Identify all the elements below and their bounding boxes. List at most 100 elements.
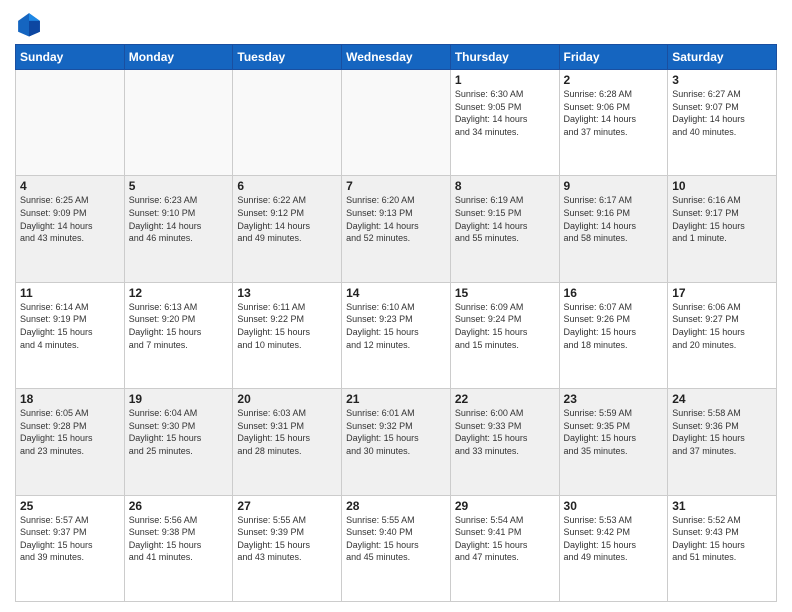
day-cell: 14Sunrise: 6:10 AM Sunset: 9:23 PM Dayli… — [342, 282, 451, 388]
day-info: Sunrise: 6:28 AM Sunset: 9:06 PM Dayligh… — [564, 88, 664, 138]
day-info: Sunrise: 6:10 AM Sunset: 9:23 PM Dayligh… — [346, 301, 446, 351]
day-cell: 12Sunrise: 6:13 AM Sunset: 9:20 PM Dayli… — [124, 282, 233, 388]
day-cell: 9Sunrise: 6:17 AM Sunset: 9:16 PM Daylig… — [559, 176, 668, 282]
day-cell: 20Sunrise: 6:03 AM Sunset: 9:31 PM Dayli… — [233, 389, 342, 495]
weekday-header-tuesday: Tuesday — [233, 45, 342, 70]
logo — [15, 10, 47, 38]
day-info: Sunrise: 6:14 AM Sunset: 9:19 PM Dayligh… — [20, 301, 120, 351]
day-info: Sunrise: 5:52 AM Sunset: 9:43 PM Dayligh… — [672, 514, 772, 564]
day-cell: 28Sunrise: 5:55 AM Sunset: 9:40 PM Dayli… — [342, 495, 451, 601]
page: SundayMondayTuesdayWednesdayThursdayFrid… — [0, 0, 792, 612]
day-number: 8 — [455, 179, 555, 193]
day-number: 2 — [564, 73, 664, 87]
day-number: 29 — [455, 499, 555, 513]
calendar: SundayMondayTuesdayWednesdayThursdayFrid… — [15, 44, 777, 602]
day-number: 5 — [129, 179, 229, 193]
day-info: Sunrise: 5:54 AM Sunset: 9:41 PM Dayligh… — [455, 514, 555, 564]
day-number: 9 — [564, 179, 664, 193]
day-cell: 18Sunrise: 6:05 AM Sunset: 9:28 PM Dayli… — [16, 389, 125, 495]
day-cell: 16Sunrise: 6:07 AM Sunset: 9:26 PM Dayli… — [559, 282, 668, 388]
day-cell: 23Sunrise: 5:59 AM Sunset: 9:35 PM Dayli… — [559, 389, 668, 495]
day-number: 19 — [129, 392, 229, 406]
weekday-header-row: SundayMondayTuesdayWednesdayThursdayFrid… — [16, 45, 777, 70]
day-cell: 15Sunrise: 6:09 AM Sunset: 9:24 PM Dayli… — [450, 282, 559, 388]
day-info: Sunrise: 5:59 AM Sunset: 9:35 PM Dayligh… — [564, 407, 664, 457]
logo-icon — [15, 10, 43, 38]
day-info: Sunrise: 6:30 AM Sunset: 9:05 PM Dayligh… — [455, 88, 555, 138]
day-cell: 24Sunrise: 5:58 AM Sunset: 9:36 PM Dayli… — [668, 389, 777, 495]
day-info: Sunrise: 6:04 AM Sunset: 9:30 PM Dayligh… — [129, 407, 229, 457]
day-info: Sunrise: 6:09 AM Sunset: 9:24 PM Dayligh… — [455, 301, 555, 351]
day-number: 7 — [346, 179, 446, 193]
header — [15, 10, 777, 38]
day-number: 14 — [346, 286, 446, 300]
day-number: 26 — [129, 499, 229, 513]
week-row-5: 25Sunrise: 5:57 AM Sunset: 9:37 PM Dayli… — [16, 495, 777, 601]
day-cell: 31Sunrise: 5:52 AM Sunset: 9:43 PM Dayli… — [668, 495, 777, 601]
day-info: Sunrise: 5:56 AM Sunset: 9:38 PM Dayligh… — [129, 514, 229, 564]
day-cell: 7Sunrise: 6:20 AM Sunset: 9:13 PM Daylig… — [342, 176, 451, 282]
day-number: 16 — [564, 286, 664, 300]
day-info: Sunrise: 6:06 AM Sunset: 9:27 PM Dayligh… — [672, 301, 772, 351]
day-info: Sunrise: 6:13 AM Sunset: 9:20 PM Dayligh… — [129, 301, 229, 351]
day-number: 12 — [129, 286, 229, 300]
day-cell — [342, 70, 451, 176]
day-number: 27 — [237, 499, 337, 513]
day-cell: 19Sunrise: 6:04 AM Sunset: 9:30 PM Dayli… — [124, 389, 233, 495]
day-number: 22 — [455, 392, 555, 406]
day-cell — [124, 70, 233, 176]
week-row-4: 18Sunrise: 6:05 AM Sunset: 9:28 PM Dayli… — [16, 389, 777, 495]
day-cell: 5Sunrise: 6:23 AM Sunset: 9:10 PM Daylig… — [124, 176, 233, 282]
day-cell: 2Sunrise: 6:28 AM Sunset: 9:06 PM Daylig… — [559, 70, 668, 176]
day-cell: 30Sunrise: 5:53 AM Sunset: 9:42 PM Dayli… — [559, 495, 668, 601]
day-cell: 10Sunrise: 6:16 AM Sunset: 9:17 PM Dayli… — [668, 176, 777, 282]
day-number: 13 — [237, 286, 337, 300]
day-number: 1 — [455, 73, 555, 87]
weekday-header-saturday: Saturday — [668, 45, 777, 70]
day-info: Sunrise: 6:27 AM Sunset: 9:07 PM Dayligh… — [672, 88, 772, 138]
day-info: Sunrise: 6:05 AM Sunset: 9:28 PM Dayligh… — [20, 407, 120, 457]
day-info: Sunrise: 5:57 AM Sunset: 9:37 PM Dayligh… — [20, 514, 120, 564]
day-info: Sunrise: 6:11 AM Sunset: 9:22 PM Dayligh… — [237, 301, 337, 351]
day-cell: 11Sunrise: 6:14 AM Sunset: 9:19 PM Dayli… — [16, 282, 125, 388]
day-info: Sunrise: 6:23 AM Sunset: 9:10 PM Dayligh… — [129, 194, 229, 244]
day-number: 3 — [672, 73, 772, 87]
day-number: 24 — [672, 392, 772, 406]
day-info: Sunrise: 6:19 AM Sunset: 9:15 PM Dayligh… — [455, 194, 555, 244]
day-info: Sunrise: 5:55 AM Sunset: 9:39 PM Dayligh… — [237, 514, 337, 564]
day-cell: 17Sunrise: 6:06 AM Sunset: 9:27 PM Dayli… — [668, 282, 777, 388]
day-cell: 27Sunrise: 5:55 AM Sunset: 9:39 PM Dayli… — [233, 495, 342, 601]
day-info: Sunrise: 6:25 AM Sunset: 9:09 PM Dayligh… — [20, 194, 120, 244]
day-number: 30 — [564, 499, 664, 513]
day-cell: 22Sunrise: 6:00 AM Sunset: 9:33 PM Dayli… — [450, 389, 559, 495]
day-cell: 25Sunrise: 5:57 AM Sunset: 9:37 PM Dayli… — [16, 495, 125, 601]
day-number: 25 — [20, 499, 120, 513]
day-info: Sunrise: 5:58 AM Sunset: 9:36 PM Dayligh… — [672, 407, 772, 457]
day-number: 31 — [672, 499, 772, 513]
weekday-header-monday: Monday — [124, 45, 233, 70]
day-info: Sunrise: 6:22 AM Sunset: 9:12 PM Dayligh… — [237, 194, 337, 244]
day-info: Sunrise: 5:55 AM Sunset: 9:40 PM Dayligh… — [346, 514, 446, 564]
day-cell: 4Sunrise: 6:25 AM Sunset: 9:09 PM Daylig… — [16, 176, 125, 282]
day-number: 4 — [20, 179, 120, 193]
weekday-header-friday: Friday — [559, 45, 668, 70]
day-cell — [16, 70, 125, 176]
day-cell: 13Sunrise: 6:11 AM Sunset: 9:22 PM Dayli… — [233, 282, 342, 388]
weekday-header-sunday: Sunday — [16, 45, 125, 70]
day-number: 10 — [672, 179, 772, 193]
day-number: 28 — [346, 499, 446, 513]
day-info: Sunrise: 6:01 AM Sunset: 9:32 PM Dayligh… — [346, 407, 446, 457]
day-cell: 26Sunrise: 5:56 AM Sunset: 9:38 PM Dayli… — [124, 495, 233, 601]
day-info: Sunrise: 6:20 AM Sunset: 9:13 PM Dayligh… — [346, 194, 446, 244]
day-info: Sunrise: 6:17 AM Sunset: 9:16 PM Dayligh… — [564, 194, 664, 244]
week-row-3: 11Sunrise: 6:14 AM Sunset: 9:19 PM Dayli… — [16, 282, 777, 388]
day-info: Sunrise: 6:00 AM Sunset: 9:33 PM Dayligh… — [455, 407, 555, 457]
day-cell: 21Sunrise: 6:01 AM Sunset: 9:32 PM Dayli… — [342, 389, 451, 495]
week-row-2: 4Sunrise: 6:25 AM Sunset: 9:09 PM Daylig… — [16, 176, 777, 282]
weekday-header-thursday: Thursday — [450, 45, 559, 70]
weekday-header-wednesday: Wednesday — [342, 45, 451, 70]
day-info: Sunrise: 6:03 AM Sunset: 9:31 PM Dayligh… — [237, 407, 337, 457]
day-cell: 3Sunrise: 6:27 AM Sunset: 9:07 PM Daylig… — [668, 70, 777, 176]
day-info: Sunrise: 6:16 AM Sunset: 9:17 PM Dayligh… — [672, 194, 772, 244]
week-row-1: 1Sunrise: 6:30 AM Sunset: 9:05 PM Daylig… — [16, 70, 777, 176]
